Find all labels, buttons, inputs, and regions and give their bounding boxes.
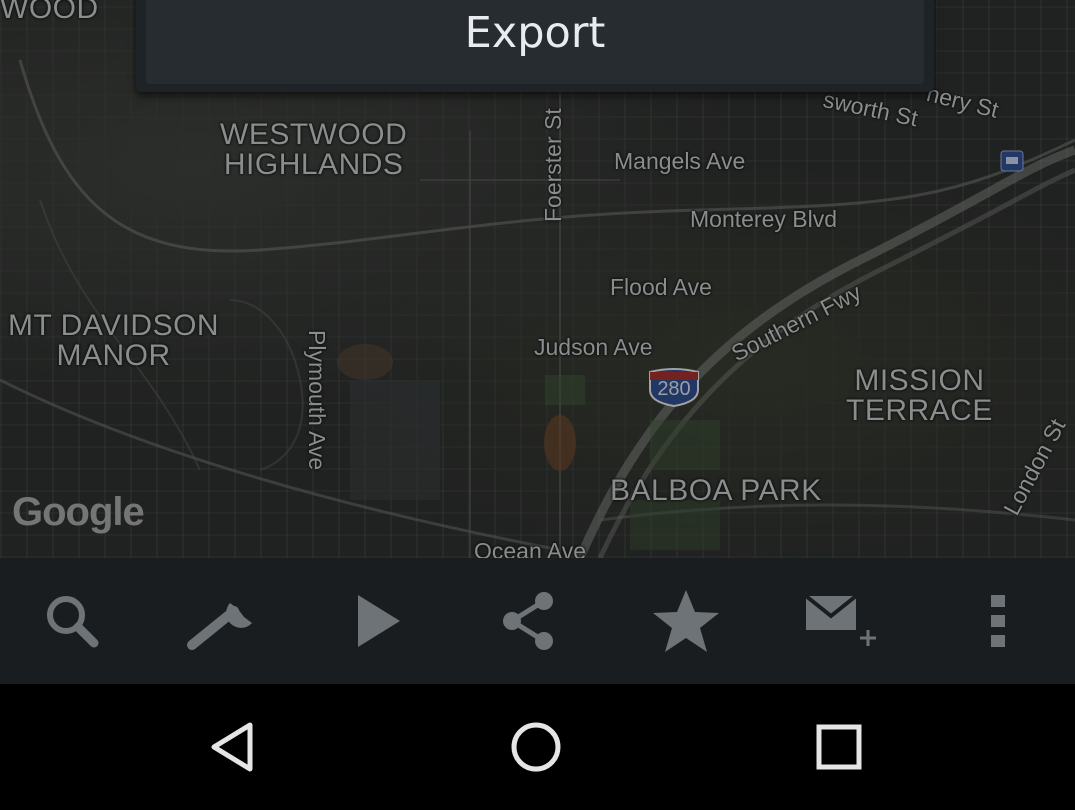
bottom-toolbar [0, 558, 1075, 684]
favorite-button[interactable] [626, 558, 746, 684]
back-button[interactable] [164, 684, 304, 810]
overflow-menu-button[interactable] [938, 558, 1058, 684]
export-label[interactable]: Export [136, 8, 934, 58]
search-icon [47, 596, 99, 648]
add-mail-button[interactable] [780, 558, 900, 684]
share-button[interactable] [468, 558, 588, 684]
system-nav-bar [0, 684, 1075, 810]
recents-icon [816, 724, 862, 770]
overflow-menu-icon [991, 595, 1005, 647]
settings-button[interactable] [166, 558, 286, 684]
recents-button[interactable] [769, 684, 909, 810]
home-icon [511, 722, 561, 772]
star-icon [653, 590, 719, 652]
back-icon [211, 722, 253, 772]
add-mail-icon [804, 594, 876, 646]
search-button[interactable] [12, 558, 132, 684]
share-icon [503, 592, 553, 650]
wrench-icon [187, 601, 252, 650]
play-icon [358, 595, 400, 647]
home-button[interactable] [466, 684, 606, 810]
play-button[interactable] [318, 558, 438, 684]
